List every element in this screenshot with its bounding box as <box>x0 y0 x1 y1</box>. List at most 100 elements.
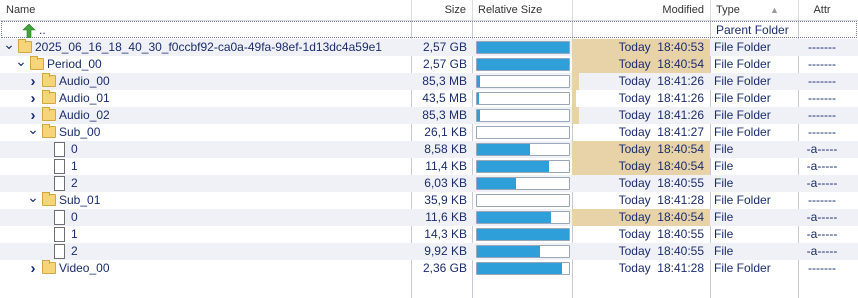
chevron-down-icon[interactable]: ⌄ <box>27 122 39 141</box>
column-modified[interactable]: Modified <box>574 0 704 20</box>
file-row[interactable]: 0 8,58 KB Today 18:40:54 File -a----- <box>0 141 858 158</box>
parent-folder-label: .. <box>39 23 46 37</box>
folder-row[interactable]: ⌄ Sub_00 26,1 KB Today 18:41:27 File Folder -… <box>0 122 858 141</box>
column-separator[interactable] <box>798 0 799 20</box>
item-name: 0 <box>71 142 78 156</box>
item-size: 11,4 KB <box>425 159 467 173</box>
item-size: 9,92 KB <box>424 244 467 258</box>
file-row[interactable]: 2 6,03 KB Today 18:40:55 File -a----- <box>0 175 858 192</box>
column-separator[interactable] <box>710 0 711 20</box>
file-row[interactable]: 2 9,92 KB Today 18:40:55 File -a----- <box>0 243 858 260</box>
folder-row[interactable]: › Audio_01 43,5 MB Today 18:41:26 File Folde… <box>0 90 858 107</box>
item-type: File Folder <box>714 261 771 275</box>
item-attr: ------- <box>808 74 836 88</box>
chevron-right-icon[interactable]: › <box>27 90 39 107</box>
folder-row[interactable]: › Audio_02 85,3 MB Today 18:41:26 File Folde… <box>0 107 858 124</box>
sort-ascending-icon: ▲ <box>770 5 779 15</box>
item-name: Sub_01 <box>59 193 101 207</box>
relative-size-bar <box>476 126 570 139</box>
chevron-right-icon[interactable]: › <box>27 260 39 277</box>
folder-row[interactable]: › Video_00 2,36 GB Today 18:41:28 File Folde… <box>0 260 858 277</box>
file-icon <box>54 176 65 191</box>
item-name: Audio_01 <box>59 91 110 105</box>
parent-folder-type: Parent Folder <box>716 23 789 37</box>
item-type: File Folder <box>714 108 771 122</box>
file-icon <box>54 244 65 259</box>
item-type: File Folder <box>714 74 771 88</box>
item-modified: Today 18:40:54 <box>618 210 704 224</box>
item-type: File Folder <box>714 91 771 105</box>
item-name: 2 <box>71 244 78 258</box>
item-modified: Today 18:40:54 <box>618 159 704 173</box>
column-type[interactable]: Type <box>716 0 756 20</box>
item-size: 2,57 GB <box>422 40 467 54</box>
item-modified: Today 18:41:28 <box>618 193 704 207</box>
column-separator[interactable] <box>572 0 573 20</box>
folder-icon <box>18 39 32 53</box>
relative-size-fill <box>477 178 516 189</box>
column-name[interactable]: Name <box>6 0 406 20</box>
file-row[interactable]: 1 14,3 KB Today 18:40:55 File -a----- <box>0 226 858 243</box>
item-modified: Today 18:40:53 <box>618 40 704 54</box>
item-name: 1 <box>71 227 78 241</box>
item-attr: ------- <box>808 193 836 207</box>
folder-row[interactable]: ⌄ 2025_06_16_18_40_30_f0ccbf92-ca0a-49fa-… <box>0 37 858 56</box>
item-name: Sub_00 <box>59 125 101 139</box>
item-attr: -a----- <box>806 244 838 258</box>
chevron-down-icon[interactable]: ⌄ <box>3 37 15 56</box>
item-modified: Today 18:41:27 <box>618 125 704 139</box>
chevron-right-icon[interactable]: › <box>27 73 39 90</box>
relative-size-bar <box>476 92 570 105</box>
item-type: File <box>714 176 734 190</box>
item-type: File Folder <box>714 193 771 207</box>
relative-size-fill <box>477 263 562 274</box>
chevron-down-icon[interactable]: ⌄ <box>27 190 39 209</box>
file-row[interactable]: 0 11,6 KB Today 18:40:54 File -a----- <box>0 209 858 226</box>
folder-row[interactable]: ⌄ Sub_01 35,9 KB Today 18:41:28 File Folder -… <box>0 190 858 209</box>
folder-row[interactable]: › Audio_00 85,3 MB Today 18:41:26 File Folde… <box>0 73 858 90</box>
chevron-down-icon[interactable]: ⌄ <box>15 54 27 73</box>
item-modified: Today 18:40:55 <box>618 176 704 190</box>
item-type: File <box>714 227 734 241</box>
folder-icon <box>42 124 56 138</box>
column-size[interactable]: Size <box>412 0 468 20</box>
item-attr: ------- <box>808 108 836 122</box>
item-attr: ------- <box>808 57 836 71</box>
relative-size-bar <box>476 109 570 122</box>
item-name: 1 <box>71 159 78 173</box>
relative-size-bar <box>476 75 570 88</box>
relative-size-bar <box>476 41 570 54</box>
item-type: File <box>714 159 734 173</box>
item-size: 6,03 KB <box>424 176 467 190</box>
relative-size-bar <box>476 58 570 71</box>
relative-size-bar <box>476 194 570 207</box>
file-icon <box>54 227 65 242</box>
item-size: 8,58 KB <box>424 142 467 156</box>
item-size: 85,3 MB <box>422 108 467 122</box>
item-modified: Today 18:41:26 <box>618 91 704 105</box>
column-separator[interactable] <box>472 0 473 20</box>
folder-icon <box>42 192 56 206</box>
relative-size-fill <box>477 246 540 257</box>
item-attr: ------- <box>808 261 836 275</box>
item-size: 2,36 GB <box>422 261 467 275</box>
column-relative-size[interactable]: Relative Size <box>478 0 568 20</box>
file-row[interactable]: 1 11,4 KB Today 18:40:54 File -a----- <box>0 158 858 175</box>
column-attr[interactable]: Attr <box>800 0 844 20</box>
relative-size-bar <box>476 160 570 173</box>
folder-row[interactable]: ⌄ Period_00 2,57 GB Today 18:40:54 File Fold… <box>0 54 858 73</box>
item-attr: -a----- <box>806 227 838 241</box>
item-size: 85,3 MB <box>422 74 467 88</box>
item-attr: -a----- <box>806 142 838 156</box>
relative-size-fill <box>477 93 479 104</box>
item-modified: Today 18:40:54 <box>618 57 704 71</box>
relative-size-bar <box>476 245 570 258</box>
item-name: Video_00 <box>59 261 110 275</box>
item-type: File <box>714 142 734 156</box>
item-modified: Today 18:41:26 <box>618 108 704 122</box>
file-tree-grid: Name Size Relative Size Modified Type ▲ … <box>0 0 858 298</box>
parent-folder-row[interactable]: .. Parent Folder <box>1 21 857 38</box>
item-attr: ------- <box>808 91 836 105</box>
item-attr: -a----- <box>806 176 838 190</box>
relative-size-fill <box>477 161 549 172</box>
